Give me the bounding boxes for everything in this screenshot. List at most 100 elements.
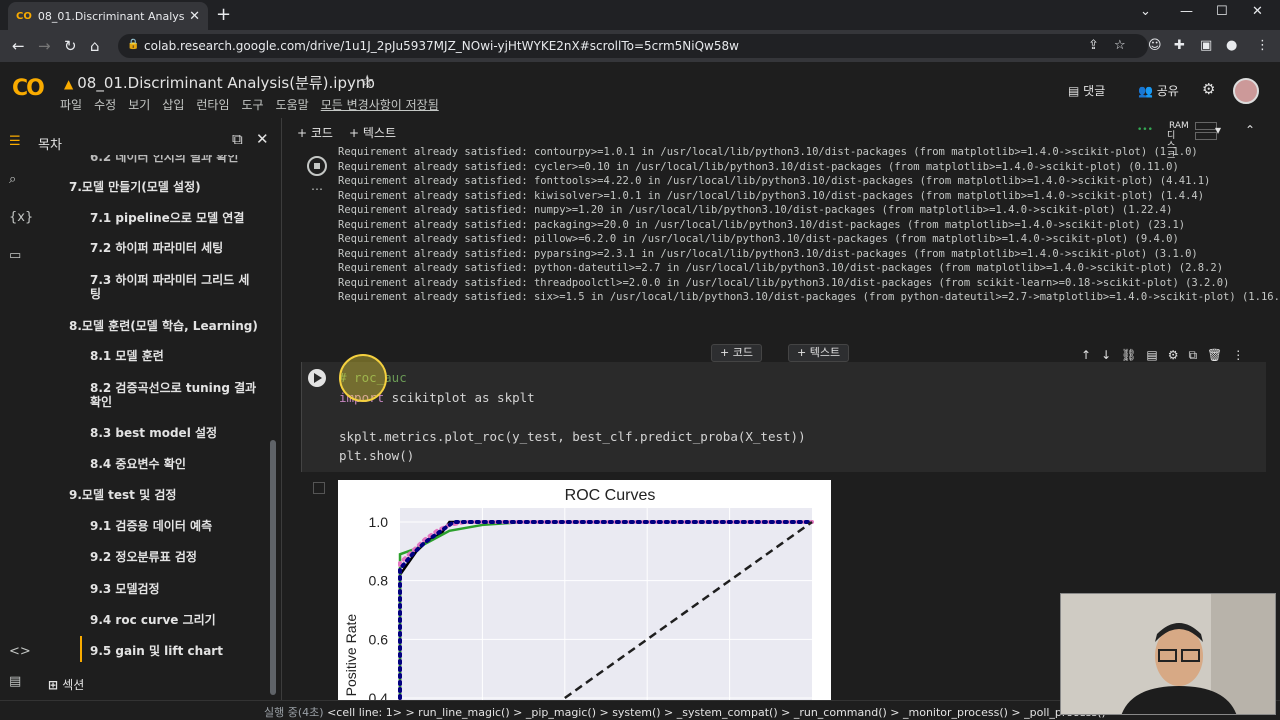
close-window-icon[interactable]: ✕	[1252, 4, 1263, 19]
share-button[interactable]: 👥 공유	[1138, 82, 1179, 99]
menu-help[interactable]: 도움말	[276, 96, 309, 113]
mirror-cell-icon[interactable]: ⧉	[1188, 348, 1197, 363]
home-icon[interactable]: ⌂	[90, 37, 100, 55]
output-menu-icon[interactable]: ⋯	[311, 182, 323, 196]
toc-item[interactable]: 9.4 roc curve 그리기	[90, 613, 216, 627]
profile-icon[interactable]: ●	[1226, 38, 1237, 53]
delete-icon[interactable]: 🗑	[1207, 348, 1222, 363]
toc-scrollbar[interactable]	[270, 440, 276, 695]
sidepanel-icon[interactable]: ▣	[1200, 38, 1212, 53]
y-tick-label: 0.4	[369, 690, 389, 700]
reload-icon[interactable]: ↻	[64, 37, 77, 55]
output-line: Requirement already satisfied: pillow>=6…	[338, 233, 1179, 245]
colab-header: CO ▲ 08_01.Discriminant Analysis(분류).ipyn…	[0, 62, 1280, 118]
settings-gear-icon[interactable]: ⚙	[1168, 348, 1179, 363]
extension-avatar-icon[interactable]: ☺	[1148, 38, 1162, 53]
execution-status[interactable]: 실행 중(4초) <cell line: 1> > run_line_magic…	[264, 704, 1106, 720]
insert-text-button[interactable]: + 텍스트	[788, 344, 850, 362]
toc-item[interactable]: 팅	[90, 287, 101, 301]
link-icon[interactable]: ⛓	[1121, 348, 1136, 363]
code-snippets-icon[interactable]: <>	[9, 644, 31, 659]
toc-item[interactable]: 9.3 모델검정	[90, 582, 160, 596]
toc-item[interactable]: 7.3 하이퍼 파라미터 그리드 세	[90, 273, 249, 287]
output-line: Requirement already satisfied: fonttools…	[338, 175, 1211, 187]
toc-item[interactable]: 8.2 검증곡선으로 tuning 결과	[90, 381, 256, 395]
toc-item[interactable]: 8.4 중요변수 확인	[90, 457, 186, 471]
command-palette-icon[interactable]: ▤	[9, 674, 21, 689]
colab-logo[interactable]: CO	[12, 76, 45, 101]
settings-gear-icon[interactable]: ⚙	[1202, 80, 1215, 98]
menu-runtime[interactable]: 런타임	[196, 96, 229, 113]
new-tab-icon[interactable]: +	[216, 4, 231, 25]
stop-execution-button[interactable]	[307, 156, 327, 176]
code-line: skplt.metrics.plot_roc(y_test, best_clf.…	[339, 428, 806, 444]
browser-tab[interactable]: CO 08_01.Discriminant Analysis(분류 ✕	[8, 2, 208, 30]
toc-item[interactable]: 7.모델 만들기(모델 설정)	[69, 180, 201, 194]
insert-code-button[interactable]: + 코드	[711, 344, 762, 362]
share-icon[interactable]: ⇪	[1088, 38, 1099, 53]
toc-item[interactable]: 8.1 모델 훈련	[90, 349, 164, 363]
menu-view[interactable]: 보기	[128, 96, 150, 113]
browser-menu-icon[interactable]: ⋮	[1256, 38, 1269, 53]
cell-output: Requirement already satisfied: contourpy…	[338, 146, 1278, 316]
toc-icon[interactable]: ☰	[9, 134, 21, 149]
minimize-icon[interactable]: —	[1180, 4, 1193, 19]
comment-icon[interactable]: ▤	[1146, 348, 1157, 363]
open-tab-icon[interactable]: ⧉	[232, 130, 243, 148]
menu-edit[interactable]: 수정	[94, 96, 116, 113]
move-up-icon[interactable]: ↑	[1081, 348, 1091, 363]
forward-icon[interactable]: →	[38, 37, 51, 55]
maximize-icon[interactable]: ☐	[1216, 4, 1228, 19]
toc-item[interactable]: 8.3 best model 설정	[90, 426, 217, 440]
output-icon[interactable]	[313, 482, 325, 494]
left-icon-bar: ☰ ⌕ {x} ▭ <> ▤ ▸	[0, 118, 34, 720]
close-panel-icon[interactable]: ✕	[256, 130, 269, 148]
ram-bar	[1195, 122, 1217, 130]
search-icon[interactable]: ⌕	[9, 172, 16, 187]
toc-item[interactable]: 7.2 하이퍼 파라미터 세팅	[90, 241, 223, 255]
code-cell[interactable]: # roc_auc import scikitplot as skplt skp…	[301, 362, 1276, 648]
roc-chart: 1.0 0.8 0.6 0.4 ROC Curves e Positive Rate	[343, 487, 814, 700]
cell-toolbar: ↑ ↓ ⛓ ▤ ⚙ ⧉ 🗑 ⋮	[1081, 348, 1244, 363]
star-icon[interactable]: ☆	[360, 71, 374, 90]
more-vert-icon[interactable]: ⋮	[1232, 348, 1244, 363]
add-section-button[interactable]: ⊞ 섹션	[48, 676, 84, 693]
toc-item[interactable]: 확인	[90, 395, 112, 409]
menu-file[interactable]: 파일	[60, 96, 82, 113]
add-code-button[interactable]: + 코드	[297, 124, 333, 141]
toc-item[interactable]: 7.1 pipeline으로 모델 연결	[90, 211, 244, 225]
chart-title: ROC Curves	[565, 487, 656, 504]
add-text-button[interactable]: + 텍스트	[349, 124, 396, 141]
user-avatar[interactable]	[1233, 78, 1259, 104]
output-line: Requirement already satisfied: packaging…	[338, 218, 1186, 231]
back-icon[interactable]: ←	[12, 37, 25, 55]
comment-button[interactable]: ▤ 댓글	[1068, 82, 1105, 99]
run-cell-button[interactable]	[308, 369, 326, 387]
extensions-icon[interactable]: ✚	[1174, 38, 1185, 53]
toc-item[interactable]: 8.모델 훈련(모델 학습, Learning)	[69, 319, 258, 333]
chevron-down-icon[interactable]: ▾	[1215, 123, 1221, 137]
output-line: Requirement already satisfied: kiwisolve…	[338, 189, 1205, 202]
people-icon: 👥	[1138, 84, 1157, 98]
toc-item[interactable]: 6.2 데이터 인지의 필과 확인	[90, 155, 238, 164]
toc-item[interactable]: 9.2 정오분류표 검정	[90, 550, 197, 564]
bookmark-star-icon[interactable]: ☆	[1114, 38, 1126, 53]
menu-tools[interactable]: 도구	[242, 96, 264, 113]
notebook-title[interactable]: ▲ 08_01.Discriminant Analysis(분류).ipynb	[64, 72, 375, 93]
code-line: import scikitplot as skplt	[339, 388, 806, 408]
chevron-up-icon[interactable]: ⌃	[1245, 123, 1255, 137]
toc-item-selected[interactable]: 9.5 gain 및 lift chart	[80, 636, 223, 662]
roc-plot-output: 1.0 0.8 0.6 0.4 ROC Curves e Positive Rate	[338, 480, 831, 700]
folder-icon[interactable]: ▭	[9, 248, 21, 263]
menu-insert[interactable]: 삽입	[162, 96, 184, 113]
code-editor[interactable]: # roc_auc import scikitplot as skplt skp…	[339, 368, 806, 466]
url-field[interactable]: 🔒 colab.research.google.com/drive/1u1J_2…	[118, 34, 1148, 58]
tab-close-icon[interactable]: ✕	[189, 9, 200, 24]
variables-icon[interactable]: {x}	[9, 210, 33, 225]
move-down-icon[interactable]: ↓	[1101, 348, 1111, 363]
toc-item[interactable]: 9.1 검증용 데이터 예측	[90, 519, 212, 533]
status-prefix: 실행 중(4초)	[264, 706, 324, 719]
saved-status[interactable]: 모든 변경사항이 저장됨	[321, 96, 439, 113]
chevron-down-icon[interactable]: ⌄	[1140, 4, 1151, 19]
toc-item[interactable]: 9.모델 test 및 검정	[69, 488, 176, 502]
